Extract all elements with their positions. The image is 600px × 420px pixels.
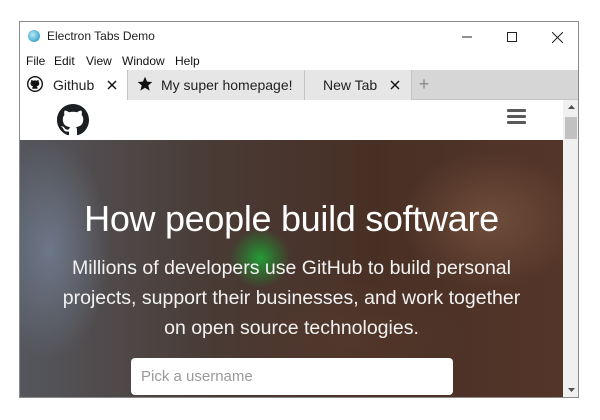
maximize-button[interactable] [489,22,535,52]
github-logo-icon[interactable] [57,104,89,136]
menu-edit[interactable]: Edit [54,54,75,68]
hero-section: How people build software Millions of de… [20,140,563,397]
hero-subtitle-line: projects, support their businesses, and … [62,287,521,309]
close-tab-icon[interactable] [390,80,400,90]
site-header [20,100,563,140]
github-icon [27,76,43,92]
vertical-scrollbar[interactable] [563,100,579,397]
window-title: Electron Tabs Demo [47,29,155,43]
new-tab-button[interactable]: + [414,74,434,94]
tab-bar: Github My super homepage! New Tab + [20,70,578,100]
minimize-button[interactable] [444,22,490,52]
menu-bar: File Edit View Window Help [20,52,578,70]
hero-subtitle: Millions of developers use GitHub to bui… [40,253,543,343]
tab-my-super-homepage[interactable]: My super homepage! [128,70,305,100]
close-window-button[interactable] [534,22,578,52]
maximize-icon [507,32,517,42]
hero-subtitle-line: on open source technologies. [164,317,419,339]
tab-new-tab[interactable]: New Tab [305,70,412,100]
username-input[interactable] [131,358,453,395]
star-icon [137,76,153,91]
app-window: Electron Tabs Demo File Edit View Window… [19,21,579,398]
title-bar[interactable]: Electron Tabs Demo [20,22,578,52]
close-tab-icon[interactable] [107,80,117,90]
scroll-up-arrow-icon[interactable] [563,100,579,114]
close-icon [551,31,563,43]
scroll-thumb[interactable] [565,117,577,139]
hero-title: How people build software [84,198,499,239]
tab-github[interactable]: Github [20,70,128,100]
electron-atom-icon [28,30,40,42]
tab-label: My super homepage! [161,77,293,93]
hero-subtitle-line: Millions of developers use GitHub to bui… [72,257,511,279]
hamburger-menu-icon[interactable] [507,109,527,125]
menu-window[interactable]: Window [122,54,165,68]
menu-help[interactable]: Help [175,54,200,68]
web-content: How people build software Millions of de… [20,100,563,397]
menu-view[interactable]: View [86,54,112,68]
scroll-down-arrow-icon[interactable] [563,383,579,397]
tab-label: Github [53,77,95,93]
tab-label: New Tab [323,77,378,93]
menu-file[interactable]: File [26,54,45,68]
minimize-icon [462,36,472,38]
